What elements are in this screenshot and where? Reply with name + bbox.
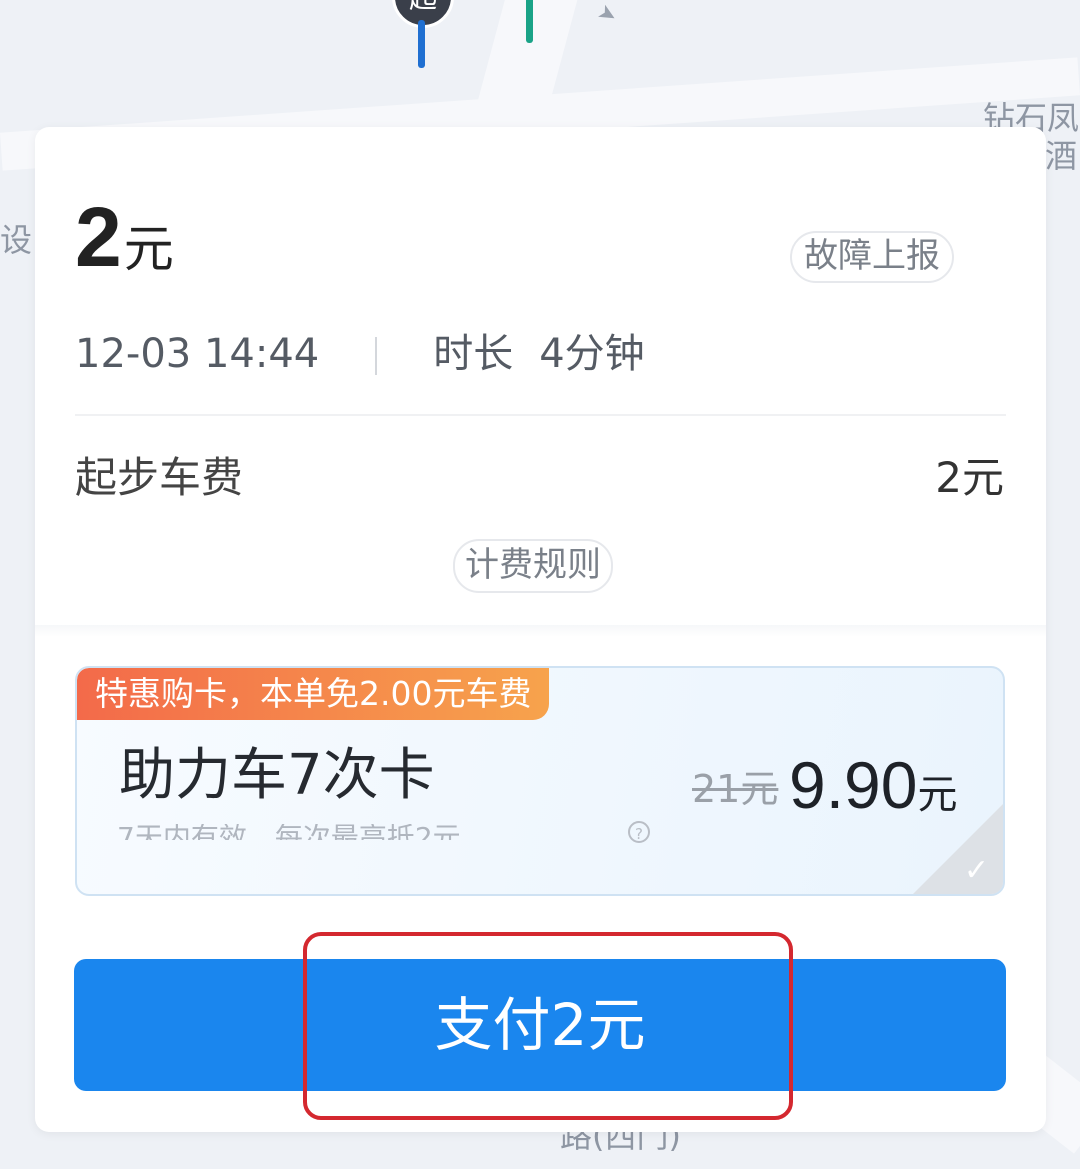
direction-arrow-icon: ➤ xyxy=(592,0,622,30)
fee-label: 起步车费 xyxy=(75,453,244,502)
divider xyxy=(75,414,1006,416)
map-label: 酒 xyxy=(1045,137,1078,175)
section-separator xyxy=(35,625,1046,637)
fare-rules-button[interactable]: 计费规则 xyxy=(453,539,613,593)
ride-datetime: 12-03 14:44 xyxy=(75,331,320,377)
original-price: 21元 xyxy=(692,767,779,811)
fee-row: 起步车费 2元 xyxy=(75,457,1004,499)
route-line-green xyxy=(526,0,533,43)
ride-meta: 12-03 14:44 时长 4分钟 xyxy=(75,334,645,375)
promo-subtitle: 7天内有效，每次最高抵2元 xyxy=(117,824,461,840)
question-circle-icon[interactable]: ? xyxy=(628,821,650,843)
duration-label: 时长 xyxy=(433,331,514,377)
offer-price-value: 9.90 xyxy=(789,748,918,822)
highlight-annotation-box xyxy=(303,932,793,1120)
fare-amount: 2元 xyxy=(75,195,174,279)
meta-separator xyxy=(375,337,378,375)
checkmark-icon: ✓ xyxy=(963,853,989,888)
selection-corner[interactable] xyxy=(913,804,1003,894)
promo-tag: 特惠购卡，本单免2.00元车费 xyxy=(77,668,550,720)
route-line-blue xyxy=(418,20,425,68)
ride-card-offer[interactable]: 特惠购卡，本单免2.00元车费 助力车7次卡 7天内有效，每次最高抵2元 ? 2… xyxy=(75,666,1005,896)
fare-amount-unit: 元 xyxy=(123,220,174,278)
map-label: 设 xyxy=(0,221,33,259)
duration-value: 4分钟 xyxy=(539,331,645,377)
report-fault-button[interactable]: 故障上报 xyxy=(790,231,954,283)
fee-value: 2元 xyxy=(935,453,1004,502)
promo-title: 助力车7次卡 xyxy=(119,743,435,808)
fare-amount-value: 2 xyxy=(75,190,122,284)
